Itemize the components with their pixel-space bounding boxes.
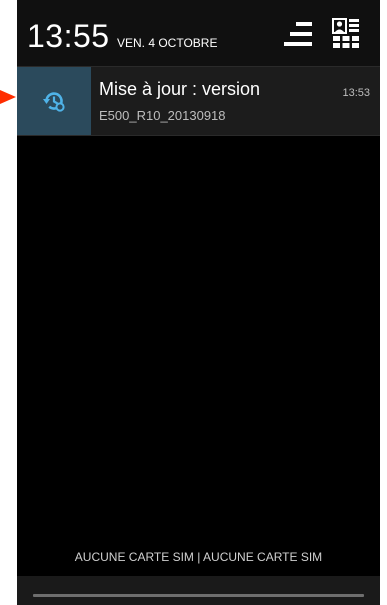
notification-item-update[interactable]: Mise à jour : version E500_R10_20130918 … <box>17 66 380 136</box>
notification-icon-container <box>17 67 91 135</box>
status-header: 13:55 VEN. 4 OCTOBRE <box>17 0 380 66</box>
clear-notifications-icon[interactable] <box>282 20 312 48</box>
notification-subtitle: E500_R10_20130918 <box>99 108 226 123</box>
annotation-arrow-icon <box>0 90 16 104</box>
clock: 13:55 <box>27 18 110 54</box>
quick-settings-icon[interactable] <box>332 18 360 48</box>
notification-title: Mise à jour : version <box>99 79 261 99</box>
drag-handle-line[interactable] <box>33 594 364 597</box>
notification-shade: 13:55 VEN. 4 OCTOBRE Mise à jour: versi… <box>17 0 380 605</box>
shade-drag-handle[interactable] <box>17 576 380 605</box>
system-update-icon <box>43 92 65 112</box>
notification-time: 13:53 <box>342 87 370 99</box>
carrier-label: AUCUNE CARTE SIM | AUCUNE CARTE SIM <box>74 550 323 564</box>
date: VEN. 4 OCTOBRE <box>117 36 218 50</box>
